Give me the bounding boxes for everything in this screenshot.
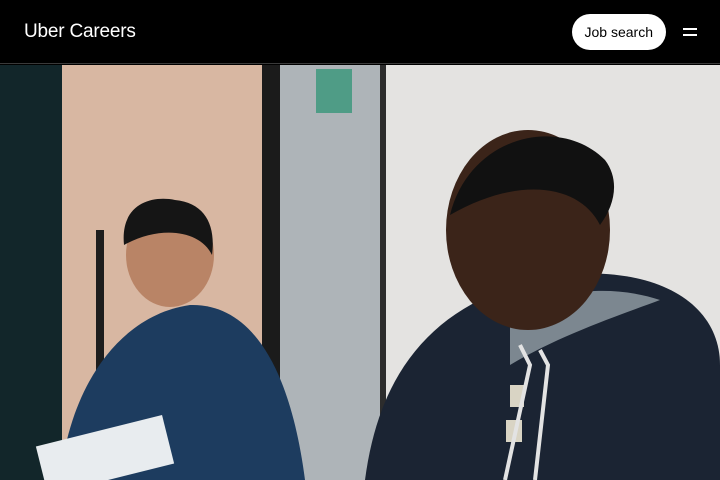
exit-sign (316, 69, 352, 113)
job-search-button[interactable]: Job search (571, 13, 666, 50)
hamburger-menu-icon[interactable] (680, 22, 700, 42)
header-actions: Job search (571, 13, 700, 50)
menu-line-bottom (683, 33, 697, 36)
hero-photo (0, 65, 720, 480)
hero-photo-illustration (0, 65, 720, 480)
menu-line-top (683, 27, 697, 30)
uber-careers-logo[interactable]: Uber Careers (24, 21, 136, 43)
site-header: Uber Careers Job search (0, 0, 720, 64)
